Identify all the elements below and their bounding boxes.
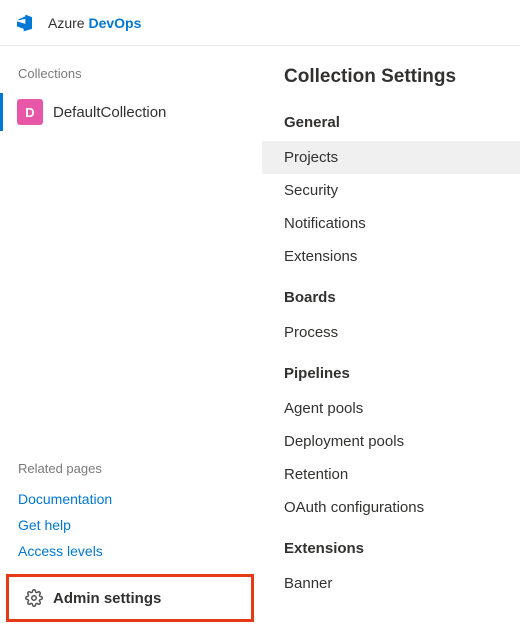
settings-item-projects[interactable]: Projects	[262, 141, 520, 174]
top-bar: Azure DevOps	[0, 0, 520, 46]
settings-item-oauth-configurations[interactable]: OAuth configurations	[262, 491, 520, 524]
settings-item-extensions[interactable]: Extensions	[262, 240, 520, 273]
right-panel: Collection Settings GeneralProjectsSecur…	[260, 46, 520, 626]
settings-group-heading: Boards	[262, 283, 520, 316]
admin-settings-button[interactable]: Admin settings	[6, 574, 254, 622]
settings-item-notifications[interactable]: Notifications	[262, 207, 520, 240]
settings-group: PipelinesAgent poolsDeployment poolsRete…	[262, 359, 520, 534]
settings-group: GeneralProjectsSecurityNotificationsExte…	[262, 108, 520, 283]
settings-group-heading: Pipelines	[262, 359, 520, 392]
gear-icon	[25, 589, 43, 607]
related-pages-block: Related pages Documentation Get help Acc…	[0, 461, 260, 568]
brand-label[interactable]: Azure DevOps	[48, 15, 141, 31]
collection-item-default[interactable]: D DefaultCollection	[0, 93, 260, 131]
settings-group: ExtensionsBanner	[262, 534, 520, 610]
brand-part2: DevOps	[88, 15, 141, 31]
link-access-levels[interactable]: Access levels	[18, 538, 242, 564]
link-documentation[interactable]: Documentation	[18, 486, 242, 512]
collection-badge: D	[17, 99, 43, 125]
settings-group-heading: Extensions	[262, 534, 520, 567]
settings-item-agent-pools[interactable]: Agent pools	[262, 392, 520, 425]
collections-heading: Collections	[0, 66, 260, 93]
settings-item-security[interactable]: Security	[262, 174, 520, 207]
brand-part1: Azure	[48, 15, 88, 31]
admin-settings-label: Admin settings	[53, 590, 161, 607]
left-sidebar: Collections D DefaultCollection Related …	[0, 46, 260, 626]
settings-group: BoardsProcess	[262, 283, 520, 359]
settings-item-retention[interactable]: Retention	[262, 458, 520, 491]
collection-name: DefaultCollection	[53, 104, 166, 121]
settings-item-banner[interactable]: Banner	[262, 567, 520, 600]
settings-group-heading: General	[262, 108, 520, 141]
azure-devops-icon	[16, 12, 38, 34]
settings-item-deployment-pools[interactable]: Deployment pools	[262, 425, 520, 458]
link-get-help[interactable]: Get help	[18, 512, 242, 538]
collection-settings-title: Collection Settings	[262, 66, 520, 108]
related-pages-heading: Related pages	[18, 461, 242, 476]
settings-item-process[interactable]: Process	[262, 316, 520, 349]
